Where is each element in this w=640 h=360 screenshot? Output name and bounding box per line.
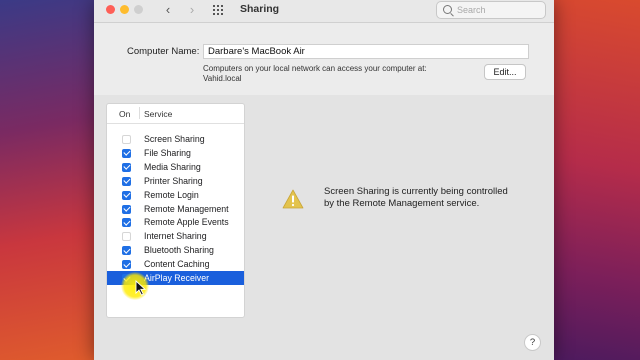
- message-line-2: by the Remote Management service.: [324, 198, 480, 209]
- service-name: File Sharing: [144, 147, 191, 158]
- warning-triangle-icon: [282, 189, 304, 209]
- window-title: Sharing: [240, 3, 280, 15]
- service-checkbox[interactable]: [122, 190, 131, 200]
- zoom-window-button[interactable]: [134, 5, 143, 14]
- service-checkbox[interactable]: [122, 148, 131, 158]
- network-note-text: Computers on your local network can acce…: [203, 64, 427, 73]
- sharing-preferences-window: ‹ › Sharing Computer Name: Darbare's Mac…: [94, 0, 554, 360]
- service-name: Screen Sharing: [144, 134, 205, 144]
- service-list: On Service Screen Sharing File Sharing Med…: [106, 103, 245, 318]
- service-list-header: On Service: [107, 104, 244, 124]
- service-row[interactable]: File Sharing: [107, 146, 244, 160]
- search-input[interactable]: [457, 3, 541, 16]
- edit-hostname-button[interactable]: Edit...: [484, 64, 526, 80]
- service-row[interactable]: Printer Sharing: [107, 174, 244, 188]
- column-divider: [139, 107, 140, 119]
- service-checkbox[interactable]: [122, 246, 131, 256]
- service-row[interactable]: Remote Apple Events: [107, 215, 244, 229]
- minimize-window-button[interactable]: [120, 5, 129, 14]
- computer-name-field[interactable]: Darbare's MacBook Air: [203, 44, 529, 59]
- column-header-on[interactable]: On: [119, 109, 130, 119]
- service-row[interactable]: Internet Sharing: [107, 229, 244, 243]
- service-checkbox[interactable]: [122, 218, 131, 228]
- close-window-button[interactable]: [106, 5, 115, 14]
- service-row[interactable]: Remote Login: [107, 188, 244, 202]
- mouse-pointer-icon: [135, 280, 147, 296]
- title-bar: ‹ › Sharing: [94, 0, 554, 23]
- service-name: Bluetooth Sharing: [144, 245, 214, 256]
- service-checkbox[interactable]: [122, 232, 131, 242]
- back-chevron-icon[interactable]: ‹: [160, 2, 176, 18]
- service-row[interactable]: Bluetooth Sharing: [107, 243, 244, 257]
- service-row[interactable]: Remote Management: [107, 202, 244, 216]
- remote-management-message: Screen Sharing is currently being contro…: [324, 186, 524, 210]
- forward-chevron-icon[interactable]: ›: [184, 2, 200, 18]
- service-checkbox[interactable]: [122, 162, 131, 172]
- service-name: Remote Management: [144, 203, 229, 214]
- message-line-1: Screen Sharing is currently being contro…: [324, 186, 508, 197]
- service-name: Remote Apple Events: [144, 217, 229, 228]
- help-button[interactable]: ?: [524, 334, 541, 351]
- service-checkbox[interactable]: [122, 204, 131, 214]
- service-name: AirPlay Receiver: [144, 273, 210, 283]
- search-field[interactable]: [436, 1, 546, 19]
- service-name: Printer Sharing: [144, 175, 203, 186]
- service-row[interactable]: Content Caching: [107, 257, 244, 271]
- service-checkbox[interactable]: [122, 260, 131, 270]
- service-checkbox[interactable]: [122, 135, 131, 144]
- computer-name-label: Computer Name:: [127, 46, 200, 57]
- services-pane: On Service Screen Sharing File Sharing Med…: [94, 95, 554, 360]
- service-name: Internet Sharing: [144, 231, 207, 242]
- service-name: Content Caching: [144, 259, 210, 270]
- show-all-grid-icon[interactable]: [212, 4, 226, 18]
- search-icon: [443, 5, 452, 14]
- service-checkbox[interactable]: [122, 176, 131, 186]
- service-row[interactable]: Media Sharing: [107, 160, 244, 174]
- service-row[interactable]: Screen Sharing: [107, 132, 244, 146]
- service-name: Media Sharing: [144, 161, 201, 172]
- column-header-service[interactable]: Service: [144, 109, 172, 119]
- local-hostname: Vahid.local: [203, 74, 242, 83]
- service-name: Remote Login: [144, 189, 199, 200]
- computer-name-section: Computer Name: Darbare's MacBook Air Com…: [94, 23, 554, 95]
- network-address-note: Computers on your local network can acce…: [203, 64, 427, 84]
